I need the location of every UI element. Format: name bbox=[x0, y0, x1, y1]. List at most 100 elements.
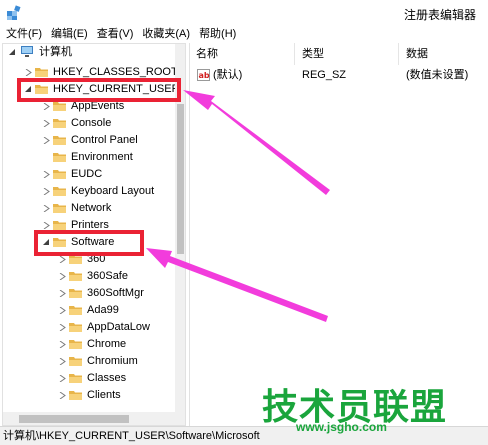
folder-icon bbox=[53, 119, 66, 128]
tree-item-label: Classes bbox=[87, 372, 127, 384]
folder-icon bbox=[69, 357, 82, 366]
tree-item-label: Environment bbox=[71, 151, 133, 163]
tree-item-console[interactable]: Console bbox=[3, 115, 173, 132]
tree-horizontal-scrollbar[interactable] bbox=[3, 412, 185, 425]
folder-icon bbox=[35, 85, 48, 94]
value-data: (数值未设置) bbox=[406, 69, 469, 81]
status-bar-path: 计算机\HKEY_CURRENT_USER\Software\Microsoft bbox=[0, 426, 488, 445]
folder-icon bbox=[69, 289, 82, 298]
folder-icon bbox=[35, 68, 48, 77]
folder-icon bbox=[69, 272, 82, 281]
list-row[interactable]: ab (默认) REG_SZ (数值未设置) bbox=[190, 66, 488, 84]
tree-item-label: Control Panel bbox=[71, 134, 138, 146]
tree-item-360safe[interactable]: 360Safe bbox=[3, 268, 173, 285]
tree-item-appdatalow[interactable]: AppDataLow bbox=[3, 319, 173, 336]
folder-icon bbox=[69, 323, 82, 332]
scroll-thumb[interactable] bbox=[177, 104, 184, 254]
tree-item-classes[interactable]: Classes bbox=[3, 370, 173, 387]
string-value-icon: ab bbox=[197, 69, 210, 81]
column-header-name[interactable]: 名称 bbox=[190, 43, 295, 65]
folder-icon bbox=[69, 374, 82, 383]
tree-item-label: AppEvents bbox=[71, 100, 125, 112]
folder-icon bbox=[69, 255, 82, 264]
folder-icon bbox=[53, 136, 66, 145]
tree-item-label: Keyboard Layout bbox=[71, 185, 155, 197]
folder-icon bbox=[53, 204, 66, 213]
expand-icon[interactable] bbox=[43, 137, 50, 144]
title-bar: 注册表编辑器 bbox=[0, 0, 488, 25]
tree-item-environment[interactable]: Environment bbox=[3, 149, 173, 166]
tree-item-hkey-classes-root[interactable]: HKEY_CLASSES_ROOT bbox=[3, 64, 178, 81]
tree-item-keyboard-layout[interactable]: Keyboard Layout bbox=[3, 183, 173, 200]
tree-item-360softmgr[interactable]: 360SoftMgr bbox=[3, 285, 173, 302]
collapse-icon[interactable] bbox=[43, 239, 50, 246]
tree-item-hkey-current-user[interactable]: HKEY_CURRENT_USER bbox=[3, 81, 180, 98]
tree-item-ada99[interactable]: Ada99 bbox=[3, 302, 173, 319]
expand-icon[interactable] bbox=[43, 188, 50, 195]
expand-icon[interactable] bbox=[59, 392, 66, 399]
tree-item-label: HKEY_CLASSES_ROOT bbox=[53, 66, 178, 78]
tree-item-software[interactable]: Software bbox=[3, 234, 173, 251]
folder-icon bbox=[53, 221, 66, 230]
value-list-pane[interactable]: 名称 类型 数据 ab (默认) REG_SZ (数值未设置) bbox=[189, 43, 488, 426]
expand-icon[interactable] bbox=[59, 307, 66, 314]
tree-item-label: EUDC bbox=[71, 168, 103, 180]
tree-item-360[interactable]: 360 bbox=[3, 251, 173, 268]
tree-item-printers[interactable]: Printers bbox=[3, 217, 173, 234]
expand-icon[interactable] bbox=[59, 358, 66, 365]
expand-icon[interactable] bbox=[43, 171, 50, 178]
folder-icon bbox=[69, 340, 82, 349]
tree-item-label: 360Safe bbox=[87, 270, 128, 282]
expand-icon[interactable] bbox=[25, 69, 32, 76]
menu-view[interactable]: 查看(V) bbox=[91, 26, 137, 43]
tree-item-chrome[interactable]: Chrome bbox=[3, 336, 173, 353]
tree-item-computer[interactable]: 计算机 bbox=[3, 44, 173, 61]
folder-icon bbox=[53, 102, 66, 111]
menu-file[interactable]: 文件(F) bbox=[0, 26, 45, 43]
tree-item-label: Chrome bbox=[87, 338, 127, 350]
expand-icon[interactable] bbox=[59, 324, 66, 331]
expand-icon[interactable] bbox=[59, 256, 66, 263]
expand-icon[interactable] bbox=[43, 222, 50, 229]
collapse-icon[interactable] bbox=[9, 49, 16, 56]
folder-icon bbox=[53, 153, 66, 162]
tree-item-label: Console bbox=[71, 117, 112, 129]
tree-item-appevents[interactable]: AppEvents bbox=[3, 98, 173, 115]
tree-item-label: Chromium bbox=[87, 355, 138, 367]
expand-icon[interactable] bbox=[43, 103, 50, 110]
expand-icon[interactable] bbox=[59, 341, 66, 348]
folder-icon bbox=[69, 391, 82, 400]
column-header-data[interactable]: 数据 bbox=[400, 43, 488, 65]
tree-item-control-panel[interactable]: Control Panel bbox=[3, 132, 173, 149]
expand-icon[interactable] bbox=[59, 375, 66, 382]
expand-icon[interactable] bbox=[43, 205, 50, 212]
tree-vertical-scrollbar[interactable] bbox=[175, 44, 185, 412]
key-tree-pane[interactable]: 计算机 HKEY_CLASSES_ROOT HKEY_CURRENT_USER Ap… bbox=[2, 43, 186, 426]
collapse-icon[interactable] bbox=[25, 86, 32, 93]
computer-icon bbox=[21, 46, 33, 57]
tree-item-clients[interactable]: Clients bbox=[3, 387, 173, 404]
menu-edit[interactable]: 编辑(E) bbox=[45, 26, 91, 43]
expand-icon[interactable] bbox=[59, 273, 66, 280]
tree-item-eudc[interactable]: EUDC bbox=[3, 166, 173, 183]
tree-item-label: Clients bbox=[87, 389, 121, 401]
tree-item-label: Network bbox=[71, 202, 112, 214]
menu-favorites[interactable]: 收藏夹(A) bbox=[136, 26, 193, 43]
folder-icon bbox=[53, 187, 66, 196]
menu-help[interactable]: 帮助(H) bbox=[193, 26, 239, 43]
value-type: REG_SZ bbox=[302, 69, 347, 81]
tree-item-chromium[interactable]: Chromium bbox=[3, 353, 173, 370]
column-header-type[interactable]: 类型 bbox=[296, 43, 399, 65]
svg-text:ab: ab bbox=[199, 71, 210, 80]
tree-item-label: HKEY_CURRENT_USER bbox=[53, 83, 180, 95]
tree-item-label: Software bbox=[71, 236, 115, 248]
expand-icon[interactable] bbox=[43, 120, 50, 127]
tree-item-label: Ada99 bbox=[87, 304, 119, 316]
tree-item-label: 计算机 bbox=[39, 46, 72, 58]
tree-item-network[interactable]: Network bbox=[3, 200, 173, 217]
menu-bar: 文件(F) 编辑(E) 查看(V) 收藏夹(A) 帮助(H) bbox=[0, 26, 488, 43]
tree-item-label: AppDataLow bbox=[87, 321, 150, 333]
expand-icon[interactable] bbox=[59, 290, 66, 297]
folder-icon bbox=[53, 238, 66, 247]
scroll-thumb[interactable] bbox=[19, 415, 129, 423]
